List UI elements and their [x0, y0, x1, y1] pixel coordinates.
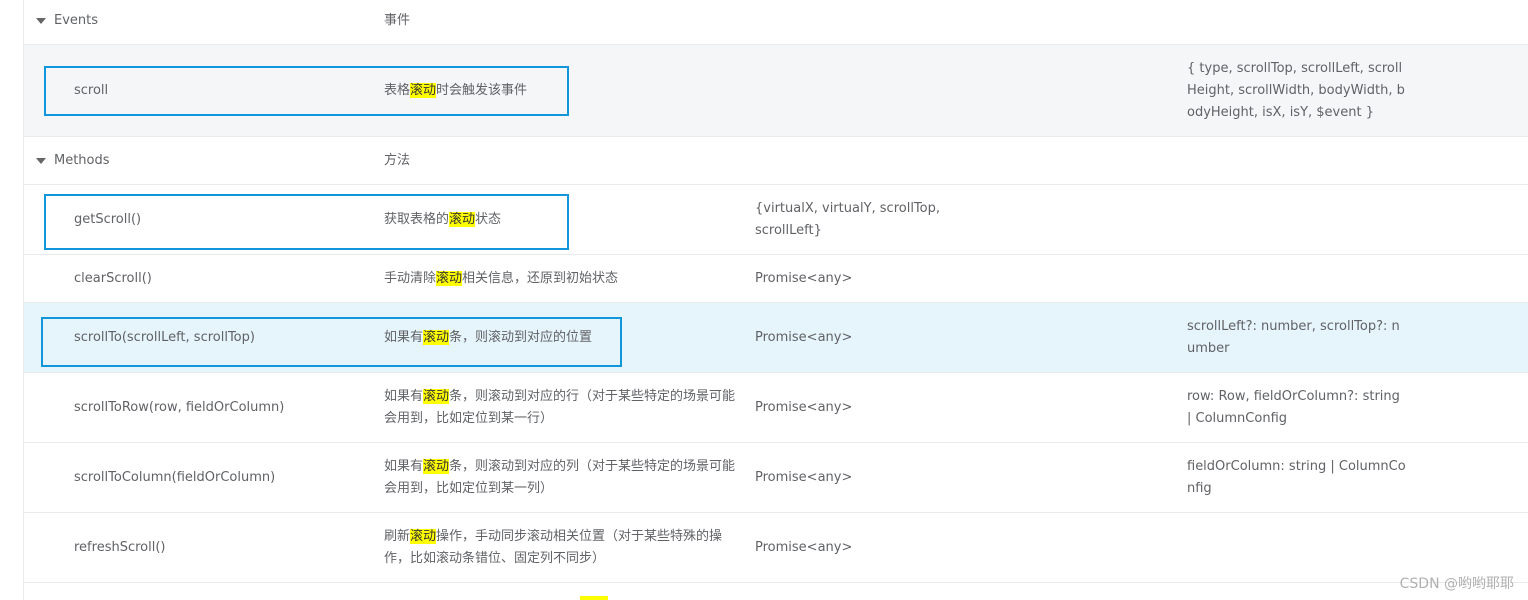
methods-group-title: Methods: [54, 153, 110, 168]
watermark: CSDN @哟哟耶耶: [1399, 576, 1514, 592]
method-desc: 如果有滚动条，则滚动到对应的位置: [384, 330, 593, 345]
method-row[interactable]: getScroll() 获取表格的滚动状态 {virtualX, virtual…: [24, 185, 1528, 255]
methods-group-desc: 方法: [384, 153, 411, 168]
method-name: refreshScroll(): [74, 540, 166, 555]
keyword-highlight: 滚动: [423, 389, 450, 404]
event-desc: 表格滚动时会触发该事件: [384, 83, 528, 98]
keyword-highlight: 滚动: [410, 83, 437, 98]
event-row-scroll[interactable]: scroll 表格滚动时会触发该事件 { type, scrollTop, sc…: [24, 45, 1528, 137]
keyword-highlight: 滚动: [423, 330, 450, 345]
method-return: Promise<any>: [755, 470, 853, 485]
keyword-highlight: 滚动: [436, 271, 463, 286]
method-desc: 如果有滚动条，则滚动到对应的列（对于某些特定的场景可能会用到，比如定位到某一列）: [384, 459, 736, 496]
method-params: row: Row, fieldOrColumn?: string | Colum…: [1187, 389, 1400, 426]
method-return: Promise<any>: [755, 330, 853, 345]
events-group-desc: 事件: [384, 13, 411, 28]
method-name: scrollToRow(row, fieldOrColumn): [74, 400, 285, 415]
method-return: Promise<any>: [755, 271, 853, 286]
method-return: Promise<any>: [755, 400, 853, 415]
method-name: scrollTo(scrollLeft, scrollTop): [74, 330, 255, 345]
event-params: { type, scrollTop, scrollLeft, scrollHei…: [1187, 61, 1405, 120]
method-row[interactable]: clearScroll() 手动清除滚动相关信息，还原到初始状态 Promise…: [24, 255, 1528, 303]
method-name: getScroll(): [74, 212, 142, 227]
events-group-title: Events: [54, 13, 99, 28]
method-desc: 手动清除滚动相关信息，还原到初始状态: [384, 271, 619, 286]
method-name: scrollToColumn(fieldOrColumn): [74, 470, 276, 485]
method-name: clearScroll(): [74, 271, 152, 286]
keyword-highlight: 滚动: [410, 529, 437, 544]
methods-group-row[interactable]: Methods 方法: [24, 137, 1528, 185]
caret-down-icon[interactable]: [36, 158, 46, 164]
caret-down-icon[interactable]: [36, 18, 46, 24]
method-params: scrollLeft?: number, scrollTop?: number: [1187, 319, 1400, 356]
method-return: {virtualX, virtualY, scrollTop, scrollLe…: [755, 201, 941, 238]
method-row[interactable]: refreshScroll() 刷新滚动操作，手动同步滚动相关位置（对于某些特殊…: [24, 513, 1528, 583]
method-row[interactable]: scrollToColumn(fieldOrColumn) 如果有滚动条，则滚动…: [24, 443, 1528, 513]
method-return: Promise<any>: [755, 540, 853, 555]
method-desc: 刷新滚动操作，手动同步滚动相关位置（对于某些特殊的操作，比如滚动条错位、固定列不…: [384, 529, 723, 566]
next-row-highlight-peek: [580, 596, 608, 600]
method-params: fieldOrColumn: string | ColumnConfig: [1187, 459, 1406, 496]
method-desc: 如果有滚动条，则滚动到对应的行（对于某些特定的场景可能会用到，比如定位到某一行）: [384, 389, 736, 426]
event-name: scroll: [74, 83, 109, 98]
keyword-highlight: 滚动: [449, 212, 476, 227]
method-row[interactable]: scrollTo(scrollLeft, scrollTop) 如果有滚动条，则…: [24, 303, 1528, 373]
keyword-highlight: 滚动: [423, 459, 450, 474]
method-desc: 获取表格的滚动状态: [384, 212, 502, 227]
events-group-row[interactable]: Events 事件: [24, 0, 1528, 45]
method-row[interactable]: scrollToRow(row, fieldOrColumn) 如果有滚动条，则…: [24, 373, 1528, 443]
